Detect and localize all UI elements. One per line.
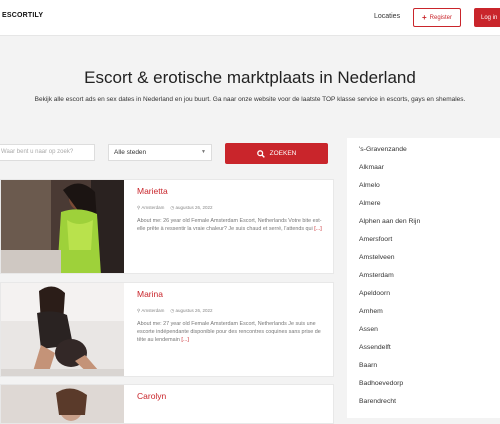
sidebar-city-link[interactable]: Amstelveen [359, 254, 395, 261]
listing-description-text: About me: 27 year old Female Amsterdam E… [137, 321, 321, 344]
read-more-link[interactable]: [...] [181, 337, 189, 343]
search-input[interactable]: Waar bent u naar op zoek? [0, 144, 95, 161]
clock-icon: ◷ augustus 26, 2022 [170, 308, 213, 313]
sidebar-city-link[interactable]: 's-Gravenzande [359, 146, 407, 153]
caret-down-icon: ▼ [201, 149, 206, 155]
listing-card[interactable]: Marina ⚲ Amsterdam ◷ augustus 26, 2022 A… [0, 282, 334, 377]
listing-photo[interactable] [1, 180, 124, 273]
sidebar-city-link[interactable]: Alphen aan den Rijn [359, 218, 420, 225]
sidebar-city-link[interactable]: Almelo [359, 182, 380, 189]
map-pin-icon: ⚲ Amsterdam [137, 205, 165, 210]
listing-location: Amsterdam [141, 205, 165, 210]
city-select-value: Alle steden [114, 149, 147, 156]
search-icon [256, 149, 265, 158]
sidebar-city-link[interactable]: Assendelft [359, 344, 391, 351]
listing-description-text: About me: 26 year old Female Amsterdam E… [137, 218, 322, 233]
site-header: ESCORTILY Locaties + Register Log in [0, 0, 500, 36]
sidebar-city-link[interactable]: Assen [359, 326, 378, 333]
page-subtitle: Bekijk alle escort ads en sex dates in N… [34, 96, 466, 103]
register-label: Register [429, 14, 452, 21]
login-label: Log in [481, 14, 498, 21]
listing-meta: ⚲ Amsterdam ◷ augustus 26, 2022 [137, 205, 329, 211]
page-title: Escort & erotische marktplaats in Nederl… [84, 68, 416, 87]
search-button-label: ZOEKEN [269, 150, 297, 157]
listing-name[interactable]: Marietta [137, 186, 329, 196]
listing-name[interactable]: Marina [137, 289, 329, 299]
listing-date: augustus 26, 2022 [175, 205, 213, 210]
listing-description: About me: 27 year old Female Amsterdam E… [137, 320, 329, 345]
sidebar-city-link[interactable]: Amersfoort [359, 236, 392, 243]
clock-icon: ◷ augustus 26, 2022 [170, 205, 213, 210]
listing-card[interactable]: Marietta ⚲ Amsterdam ◷ augustus 26, 2022… [0, 179, 334, 274]
listing-description: About me: 26 year old Female Amsterdam E… [137, 217, 329, 233]
register-button[interactable]: + Register [413, 8, 461, 27]
city-sidebar: 's-Gravenzande Alkmaar Almelo Almere Alp… [347, 138, 500, 418]
map-pin-icon: ⚲ Amsterdam [137, 308, 165, 313]
listing-meta: ⚲ Amsterdam ◷ augustus 26, 2022 [137, 308, 329, 314]
listing-name[interactable]: Carolyn [137, 391, 329, 401]
sidebar-city-link[interactable]: Badhoevedorp [359, 380, 403, 387]
login-button[interactable]: Log in [474, 8, 500, 27]
search-button[interactable]: ZOEKEN [225, 143, 328, 164]
listing-photo[interactable] [1, 283, 124, 376]
sidebar-city-link[interactable]: Apeldoorn [359, 290, 390, 297]
read-more-link[interactable]: [...] [314, 226, 322, 232]
sidebar-city-link[interactable]: Amsterdam [359, 272, 394, 279]
city-select[interactable]: Alle steden ▼ [108, 144, 212, 161]
sidebar-city-link[interactable]: Alkmaar [359, 164, 384, 171]
sidebar-city-link[interactable]: Barendrecht [359, 398, 396, 405]
listing-date: augustus 26, 2022 [175, 308, 213, 313]
site-logo[interactable]: ESCORTILY [2, 12, 43, 19]
plus-icon: + [421, 12, 427, 22]
sidebar-city-link[interactable]: Almere [359, 200, 381, 207]
sidebar-city-link[interactable]: Arnhem [359, 308, 383, 315]
sidebar-city-link[interactable]: Baarn [359, 362, 377, 369]
listing-photo[interactable] [1, 385, 124, 423]
nav-locaties-link[interactable]: Locaties [374, 13, 400, 20]
listing-card[interactable]: Carolyn [0, 384, 334, 424]
listing-location: Amsterdam [141, 308, 165, 313]
